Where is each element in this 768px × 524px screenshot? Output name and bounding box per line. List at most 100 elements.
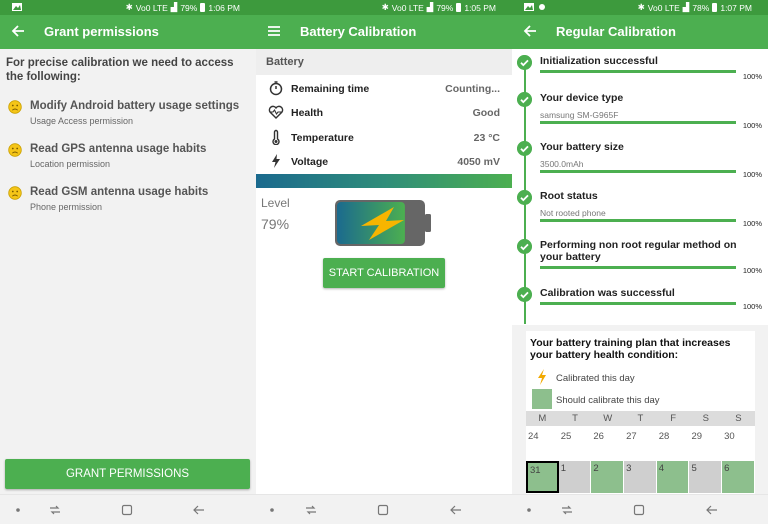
toolbar: Battery Calibration (256, 15, 512, 49)
gradient-divider (256, 174, 512, 188)
section-title: Battery (266, 56, 304, 68)
battery-percent: 78% (692, 2, 710, 13)
legend-should-swatch (532, 389, 552, 409)
check-circle-icon (517, 141, 532, 156)
lightning-icon (272, 154, 280, 168)
heart-pulse-icon (268, 105, 284, 119)
home-icon[interactable] (120, 503, 134, 517)
step-percent: 100% (742, 72, 762, 81)
calendar-day-today[interactable]: 31 (526, 461, 559, 493)
sad-face-icon (8, 100, 22, 114)
recent-apps-icon[interactable] (560, 503, 574, 517)
nav-bar (0, 494, 256, 524)
step-percent: 100% (742, 302, 762, 311)
calendar-day[interactable]: 5 (689, 461, 723, 493)
stopwatch-icon (269, 81, 283, 96)
calendar-day[interactable]: 30 (722, 428, 755, 458)
step-title: Calibration was successful (540, 287, 675, 299)
info-label: Remaining time (291, 83, 370, 95)
recent-apps-icon[interactable] (48, 503, 62, 517)
bluetooth-icon: ✱ (637, 2, 645, 12)
calendar-weekdays: M T W T F S S (526, 411, 755, 426)
calendar-day-should-calibrate[interactable]: 2 (591, 461, 625, 493)
page-title: Grant permissions (44, 24, 159, 39)
calendar-day[interactable]: 1 (558, 461, 592, 493)
battery-level-icon (335, 200, 431, 246)
step-subtitle: 3500.0mAh (540, 159, 584, 169)
info-value: 23 °C (473, 132, 500, 144)
status-bar: ✱ Vo0 LTE ▟ 78% 1:07 PM (512, 0, 768, 15)
regular-calibration-screen: ✱ Vo0 LTE ▟ 78% 1:07 PM Regular Calibrat… (512, 0, 768, 524)
permission-title: Modify Android battery usage settings (30, 100, 240, 112)
bluetooth-icon: ✱ (381, 2, 389, 12)
step-progress-bar (540, 121, 736, 124)
battery-calibration-screen: ✱ Vo0 LTE ▟ 79% 1:05 PM Battery Calibrat… (256, 0, 512, 524)
step-progress-bar (540, 302, 736, 305)
calendar-day-should-calibrate[interactable]: 4 (656, 461, 690, 493)
weekday-label: M (538, 413, 547, 424)
training-plan-card: Your battery training plan that increase… (526, 331, 755, 495)
status-bar: ✱ Vo0 LTE ▟ 79% 1:05 PM (256, 0, 512, 15)
step-title: Root status (540, 190, 598, 202)
dot-icon[interactable] (11, 503, 25, 517)
step-percent: 100% (742, 266, 762, 275)
check-circle-icon (517, 239, 532, 254)
step-title: Initialization successful (540, 55, 658, 67)
calendar-day[interactable]: 24 (526, 428, 559, 458)
step-subtitle: Not rooted phone (540, 208, 606, 218)
arrow-back-icon[interactable] (523, 24, 537, 38)
step-progress-bar (540, 266, 736, 269)
battery-icon (712, 3, 718, 12)
check-circle-icon (517, 55, 532, 70)
sad-face-icon (8, 186, 22, 200)
level-label: Level (261, 196, 290, 210)
toolbar: Regular Calibration (512, 15, 768, 49)
back-nav-icon[interactable] (449, 503, 463, 517)
check-circle-icon (517, 287, 532, 302)
info-row-remaining-time: Remaining time Counting... (256, 77, 512, 101)
check-circle-icon (517, 190, 532, 205)
calendar-day[interactable]: 25 (559, 428, 592, 458)
home-icon[interactable] (632, 503, 646, 517)
calendar-day[interactable]: 27 (624, 428, 657, 458)
battery-percent: 79% (436, 2, 454, 13)
permission-title: Read GSM antenna usage habits (30, 186, 209, 198)
step-percent: 100% (742, 170, 762, 179)
calendar-day[interactable]: 26 (591, 428, 624, 458)
dot-icon[interactable] (522, 503, 536, 517)
sad-face-icon (8, 143, 22, 157)
dot-icon[interactable] (265, 503, 279, 517)
grant-permissions-button[interactable]: GRANT PERMISSIONS (5, 459, 250, 489)
calendar-day[interactable]: 3 (624, 461, 657, 493)
calendar-week-2: 31 1 2 3 4 5 6 (526, 461, 755, 493)
legend-calibrated: Calibrated this day (556, 373, 635, 384)
page-title: Battery Calibration (300, 24, 417, 39)
home-icon[interactable] (376, 503, 390, 517)
back-nav-icon[interactable] (705, 503, 719, 517)
info-row-voltage: Voltage 4050 mV (256, 150, 512, 174)
arrow-back-icon[interactable] (11, 24, 25, 38)
calendar-day[interactable]: 28 (657, 428, 690, 458)
back-nav-icon[interactable] (192, 503, 206, 517)
step-progress-bar (540, 219, 736, 222)
hamburger-menu-icon[interactable] (267, 24, 281, 38)
info-row-health: Health Good (256, 101, 512, 125)
calendar-day-should-calibrate[interactable]: 6 (722, 461, 755, 493)
calendar-day[interactable]: 29 (689, 428, 722, 458)
legend-should: Should calibrate this day (556, 395, 660, 406)
start-calibration-button[interactable]: START CALIBRATION (323, 258, 445, 288)
step-progress-bar (540, 170, 736, 173)
weekday-label: T (637, 413, 644, 424)
weekday-label: W (603, 413, 613, 424)
location-notification-icon (539, 4, 545, 10)
check-circle-icon (517, 92, 532, 107)
step-title: Your device type (540, 92, 624, 104)
permission-subtitle: Location permission (30, 159, 111, 169)
clock: 1:07 PM (720, 2, 752, 13)
grant-permissions-screen: ✱ Vo0 LTE ▟ 79% 1:06 PM Grant permission… (0, 0, 256, 524)
info-value: Good (472, 107, 500, 119)
weekday-label: T (572, 413, 578, 424)
recent-apps-icon[interactable] (304, 503, 318, 517)
step-percent: 100% (742, 121, 762, 130)
signal-icon: ▟ (170, 2, 178, 12)
